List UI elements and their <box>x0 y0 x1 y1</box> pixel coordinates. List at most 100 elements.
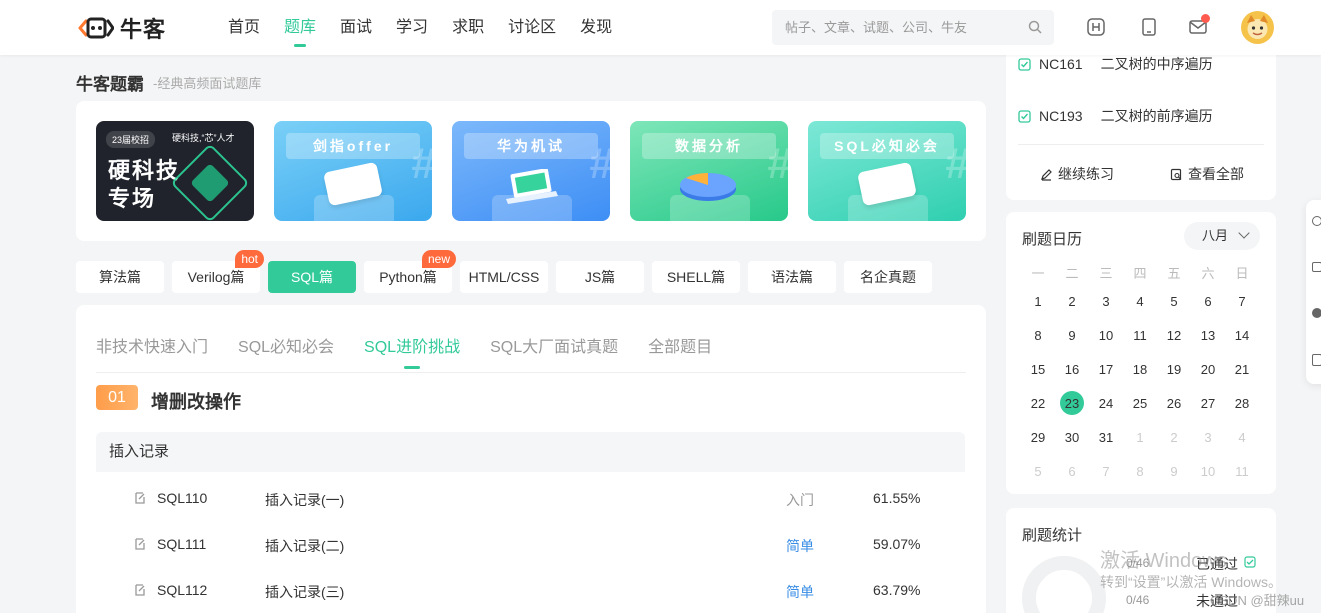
calendar-day[interactable]: 30 <box>1055 426 1089 450</box>
avatar-icon <box>1247 15 1268 39</box>
calendar-day[interactable]: 1 <box>1021 290 1055 314</box>
category-grammar[interactable]: 语法篇 <box>748 261 836 293</box>
question-row[interactable]: SQL111 插入记录(二) 简单 59.07% <box>96 522 965 568</box>
calendar-day[interactable]: 17 <box>1089 358 1123 382</box>
sub-tab-sql-interview[interactable]: SQL大厂面试真题 <box>490 333 618 357</box>
category-shell[interactable]: SHELL篇 <box>652 261 740 293</box>
banner-title: 华为机试 <box>464 133 598 159</box>
nav-item-discover[interactable]: 发现 <box>580 0 612 55</box>
nav-item-jobs[interactable]: 求职 <box>452 0 484 55</box>
hot-badge: hot <box>235 250 264 268</box>
question-title[interactable]: 插入记录(一) <box>265 490 344 510</box>
top-icon[interactable] <box>1312 354 1321 366</box>
calendar-day[interactable]: 18 <box>1123 358 1157 382</box>
nav-item-home[interactable]: 首页 <box>228 0 260 55</box>
calendar-day[interactable]: 4 <box>1123 290 1157 314</box>
banner-data-analysis[interactable]: 数据分析 # <box>630 121 788 221</box>
question-list-card: 非技术快速入门 SQL必知必会 SQL进阶挑战 SQL大厂面试真题 全部题目 0… <box>76 305 986 613</box>
calendar-day[interactable]: 11 <box>1123 324 1157 348</box>
banner-huawei[interactable]: 华为机试 # <box>452 121 610 221</box>
calendar-day[interactable]: 7 <box>1225 290 1259 314</box>
divider <box>96 372 966 373</box>
calendar-day[interactable]: 14 <box>1225 324 1259 348</box>
calendar-day[interactable]: 26 <box>1157 392 1191 416</box>
calendar-day[interactable]: 29 <box>1021 426 1055 450</box>
search-input[interactable] <box>772 10 1012 45</box>
calendar-day[interactable]: 8 <box>1021 324 1055 348</box>
main-nav: 首页 题库 面试 学习 求职 讨论区 发现 <box>228 0 636 55</box>
calendar-day[interactable]: 5 <box>1157 290 1191 314</box>
sub-tab-sql-advanced[interactable]: SQL进阶挑战 <box>364 333 460 369</box>
mobile-icon[interactable] <box>1139 17 1159 37</box>
question-row[interactable]: SQL112 插入记录(三) 简单 63.79% <box>96 568 965 613</box>
category-verilog[interactable]: Verilog篇 hot <box>172 250 264 293</box>
calendar-week: 15 16 17 18 19 20 21 <box>1021 358 1259 382</box>
view-all-button[interactable]: 查看全部 <box>1170 164 1244 184</box>
calendar-day[interactable]: 19 <box>1157 358 1191 382</box>
help-icon[interactable] <box>1312 308 1321 318</box>
calendar-day[interactable]: 25 <box>1123 392 1157 416</box>
calendar-day[interactable]: 9 <box>1055 324 1089 348</box>
calendar-day[interactable]: 16 <box>1055 358 1089 382</box>
question-row[interactable]: SQL110 插入记录(一) 入门 61.55% <box>96 476 965 522</box>
question-id: SQL111 <box>157 536 207 552</box>
category-algorithm[interactable]: 算法篇 <box>76 261 164 293</box>
banner-title: 数据分析 <box>642 133 776 159</box>
sub-tab-sql-basics[interactable]: SQL必知必会 <box>238 333 334 357</box>
calendar-day[interactable]: 20 <box>1191 358 1225 382</box>
progress-ring <box>1022 556 1106 613</box>
calendar-week: 5 6 7 8 9 10 11 <box>1021 460 1259 484</box>
calendar-day[interactable]: 2 <box>1055 290 1089 314</box>
category-company-exams[interactable]: 名企真题 <box>844 261 932 293</box>
group-header[interactable]: 插入记录 <box>96 432 965 472</box>
feedback-icon[interactable] <box>1312 216 1321 226</box>
calendar-day[interactable]: 31 <box>1089 426 1123 450</box>
failed-count: 0/46 <box>1126 593 1150 607</box>
calendar-day[interactable]: 21 <box>1225 358 1259 382</box>
calendar-day[interactable]: 3 <box>1089 290 1123 314</box>
continue-practice-label: 继续练习 <box>1058 166 1114 182</box>
question-difficulty: 简单 <box>786 584 814 600</box>
category-js[interactable]: JS篇 <box>556 261 644 293</box>
calendar-day[interactable]: 24 <box>1089 392 1123 416</box>
sub-tab-all[interactable]: 全部题目 <box>648 333 712 357</box>
floating-toolbar[interactable] <box>1306 200 1321 384</box>
weekday-label: 四 <box>1133 266 1147 281</box>
recent-item[interactable]: NC193 二叉树的前序遍历 <box>1018 106 1213 126</box>
calendar-day[interactable]: 28 <box>1225 392 1259 416</box>
calendar-day[interactable]: 22 <box>1021 392 1055 416</box>
passed-check-icon <box>1244 556 1256 568</box>
category-html-css[interactable]: HTML/CSS <box>460 261 548 293</box>
banner-title: 剑指offer <box>286 133 420 159</box>
question-title[interactable]: 插入记录(二) <box>265 536 344 556</box>
share-icon[interactable] <box>1312 262 1321 272</box>
nav-item-learn[interactable]: 学习 <box>396 0 428 55</box>
question-title[interactable]: 插入记录(三) <box>265 582 344 602</box>
category-label: 语法篇 <box>771 269 813 285</box>
calendar-day[interactable]: 6 <box>1191 290 1225 314</box>
brand-name: 牛客 <box>120 17 167 42</box>
calendar-day-today[interactable]: 23 <box>1055 391 1089 416</box>
nav-item-discuss[interactable]: 讨论区 <box>508 0 556 55</box>
banner-hardtech[interactable]: 23届校招 硬科技,“芯”人才 硬科技 专场 <box>96 121 254 221</box>
banner-jianzhi-offer[interactable]: 剑指offer # <box>274 121 432 221</box>
sub-tab-nontech[interactable]: 非技术快速入门 <box>96 333 208 357</box>
calendar-day[interactable]: 12 <box>1157 324 1191 348</box>
nav-item-interview[interactable]: 面试 <box>340 0 372 55</box>
nav-item-problems[interactable]: 题库 <box>284 0 316 55</box>
banner-sql-must-know[interactable]: SQL必知必会 # <box>808 121 966 221</box>
recent-item[interactable]: NC161 二叉树的中序遍历 <box>1018 54 1213 74</box>
sub-tabs: 非技术快速入门 SQL必知必会 SQL进阶挑战 SQL大厂面试真题 全部题目 <box>96 333 742 369</box>
logo[interactable]: 牛客 <box>76 12 166 44</box>
calendar-day[interactable]: 15 <box>1021 358 1055 382</box>
avatar[interactable] <box>1241 11 1274 44</box>
category-python[interactable]: Python篇 new <box>364 250 456 293</box>
calendar-day[interactable]: 13 <box>1191 324 1225 348</box>
continue-practice-button[interactable]: 继续练习 <box>1040 164 1114 184</box>
month-select[interactable]: 八月 <box>1184 222 1260 250</box>
calendar-day[interactable]: 10 <box>1089 324 1123 348</box>
search-icon[interactable] <box>1028 20 1042 34</box>
calendar-day[interactable]: 27 <box>1191 392 1225 416</box>
recruit-icon[interactable] <box>1086 17 1106 37</box>
category-sql[interactable]: SQL篇 <box>268 261 356 293</box>
